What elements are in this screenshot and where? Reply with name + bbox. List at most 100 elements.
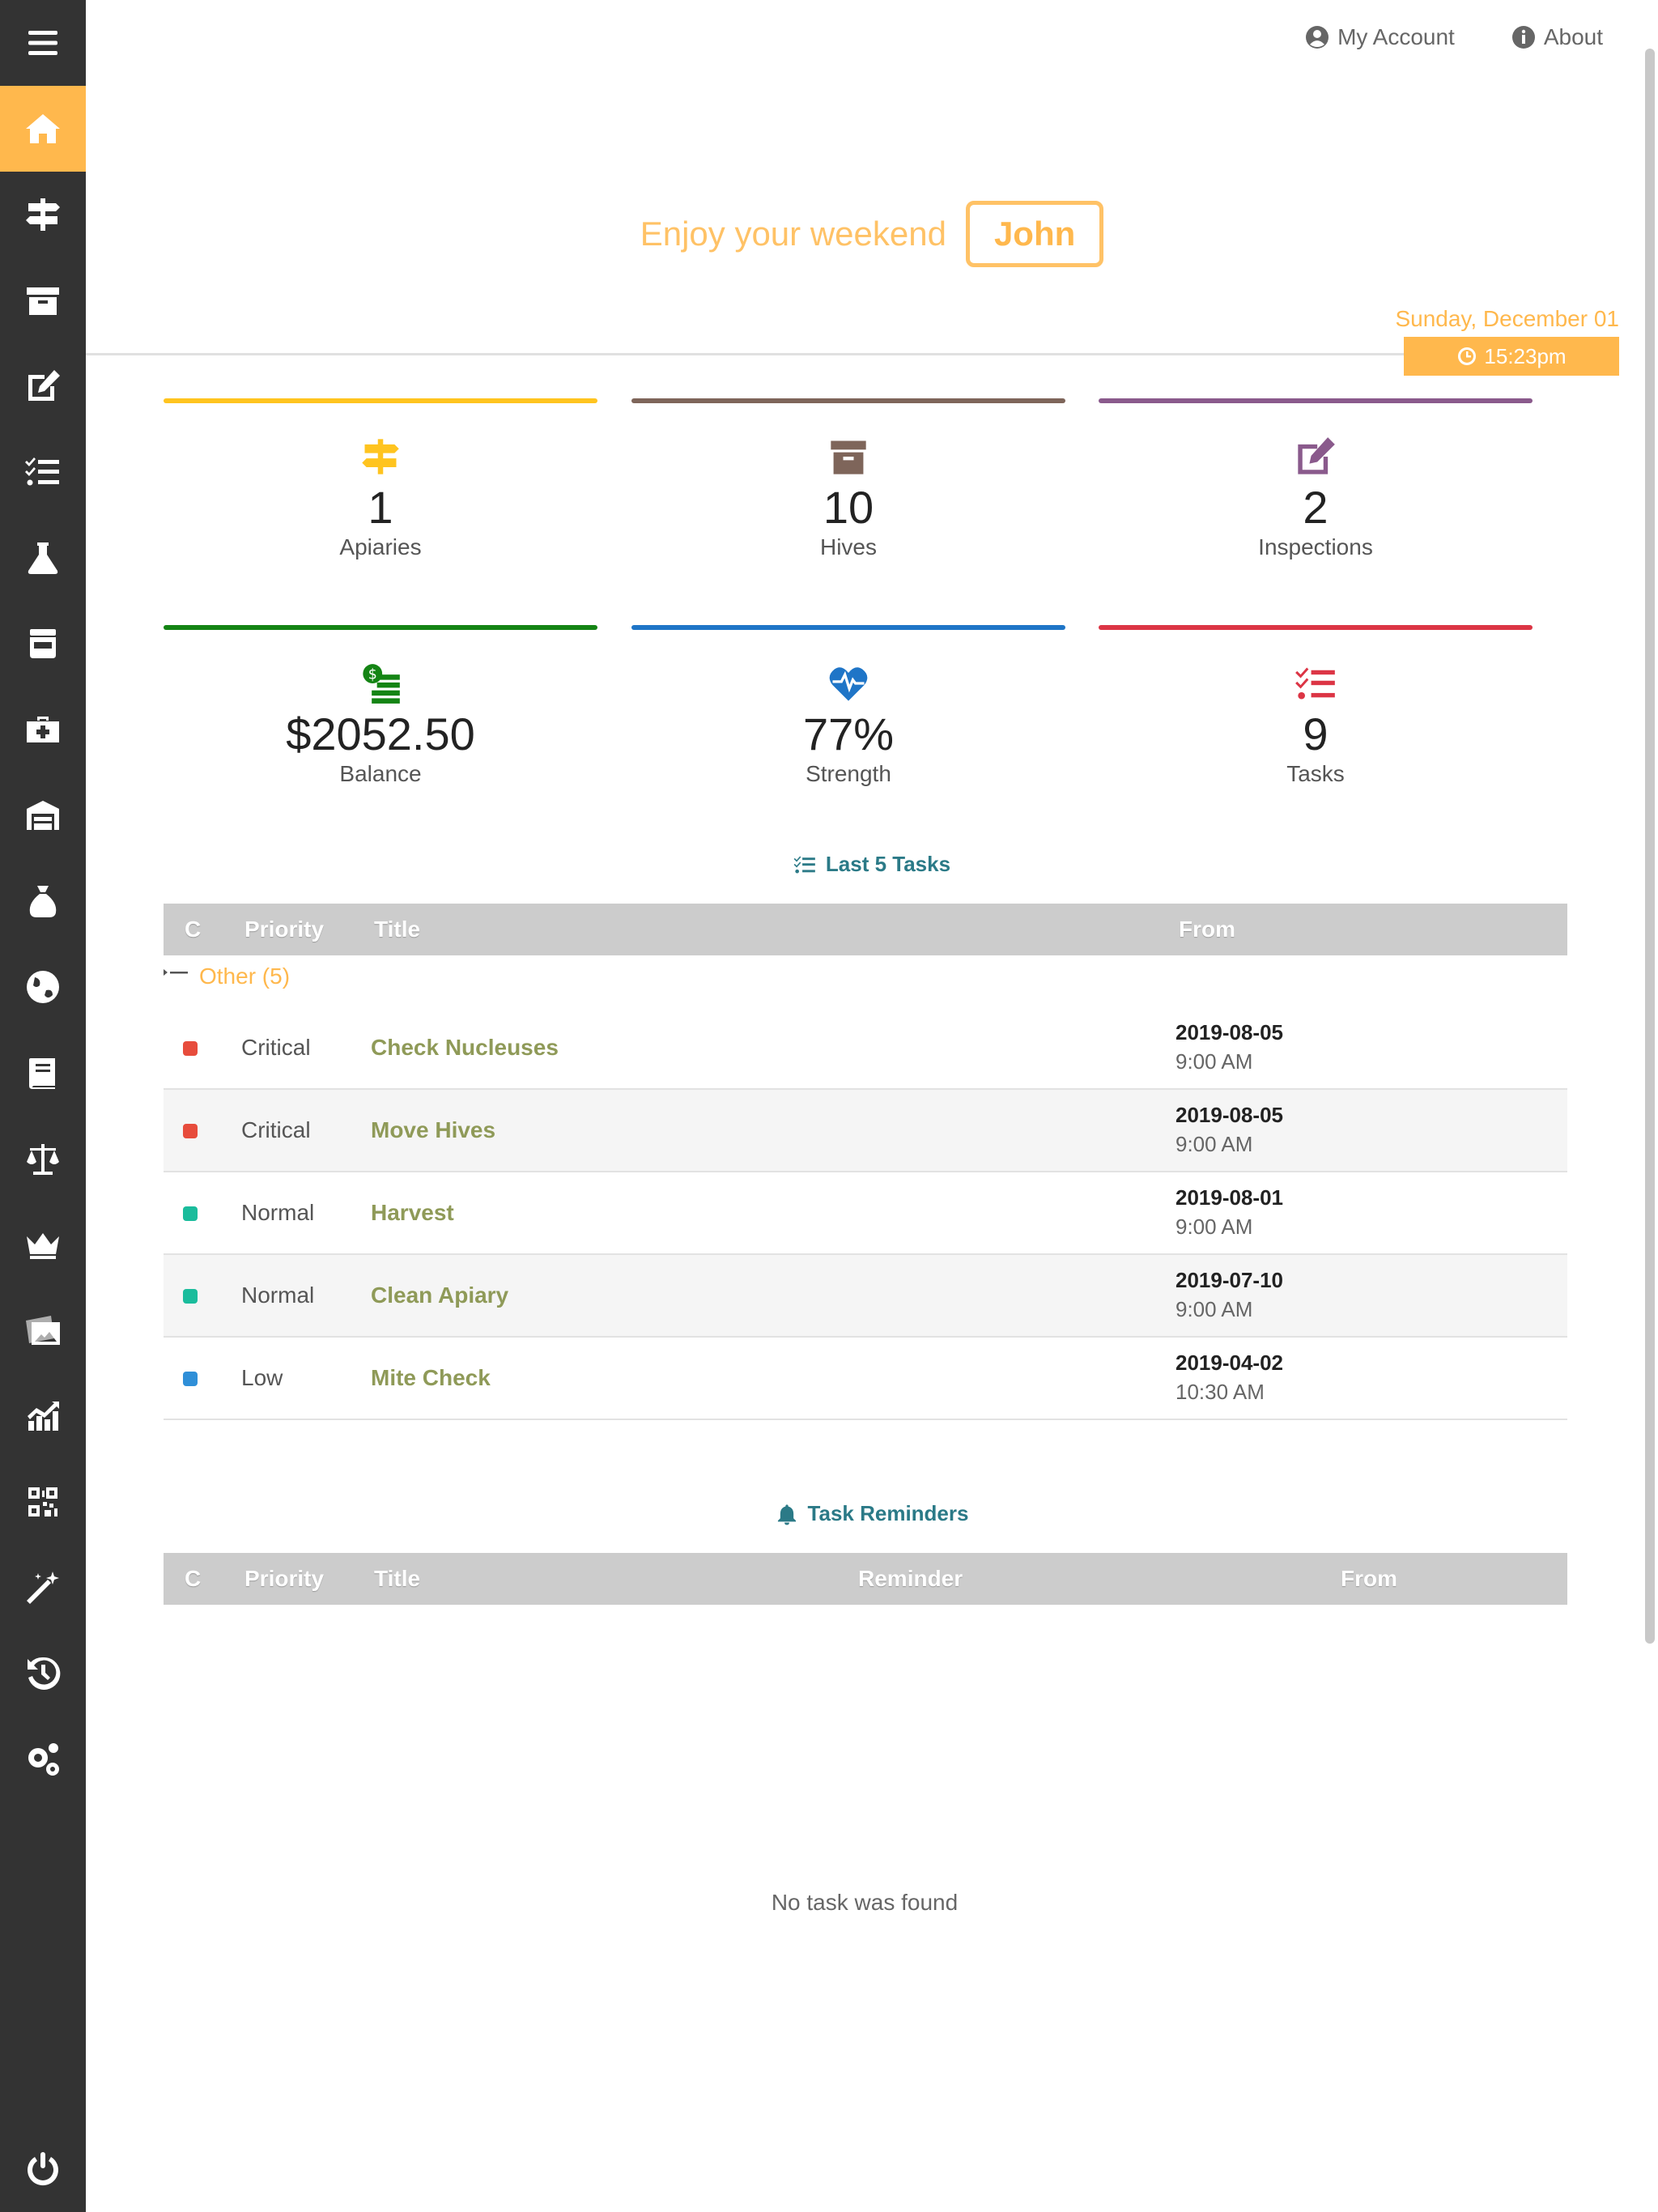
task-date: 2019-04-02 — [1175, 1351, 1283, 1375]
column-header-c[interactable]: C — [185, 1553, 201, 1605]
sidebar-item-health[interactable] — [0, 687, 86, 772]
column-header-from[interactable]: From — [1179, 904, 1235, 955]
table-row[interactable]: Normal Harvest 2019-08-01 9:00 AM — [164, 1172, 1567, 1255]
sidebar-item-queens[interactable] — [0, 1202, 86, 1287]
task-priority: Normal — [241, 1200, 315, 1225]
menu-toggle-button[interactable] — [0, 0, 86, 86]
table-row[interactable]: Critical Move Hives 2019-08-05 9:00 AM — [164, 1090, 1567, 1172]
stat-label: Hives — [819, 534, 877, 559]
about-link[interactable]: About — [1511, 24, 1603, 50]
card-accent-bar — [1099, 398, 1533, 403]
top-nav: My Account About — [1305, 24, 1603, 50]
qr-code-icon — [28, 1487, 57, 1516]
bell-icon — [777, 1504, 796, 1525]
tasks-icon — [25, 457, 59, 486]
stat-card-balance[interactable]: $ $2052.50 Balance — [164, 625, 597, 819]
sidebar-item-logout[interactable] — [0, 2126, 86, 2212]
stat-card-hives[interactable]: 10 Hives — [631, 398, 1065, 593]
my-account-link[interactable]: My Account — [1305, 24, 1455, 50]
sidebar-item-storage[interactable] — [0, 772, 86, 858]
sidebar-item-wizard[interactable] — [0, 1545, 86, 1631]
column-header-priority[interactable]: Priority — [244, 1553, 324, 1605]
stat-label: Inspections — [1258, 534, 1373, 559]
sidebar-item-settings[interactable] — [0, 1716, 86, 1802]
task-reminders-title: Task Reminders — [807, 1501, 969, 1525]
sidebar-item-gallery[interactable] — [0, 1287, 86, 1373]
task-title-link[interactable]: Move Hives — [371, 1117, 495, 1143]
task-priority: Low — [241, 1365, 283, 1390]
table-row[interactable]: Normal Clean Apiary 2019-07-10 9:00 AM — [164, 1255, 1567, 1338]
sidebar-item-weighing[interactable] — [0, 1116, 86, 1202]
my-account-label: My Account — [1337, 24, 1455, 49]
page-scrollbar[interactable] — [1645, 49, 1655, 1644]
task-date: 2019-08-05 — [1175, 1020, 1283, 1044]
sidebar-item-statistics[interactable] — [0, 1373, 86, 1459]
user-circle-icon — [1306, 26, 1329, 49]
stat-value: 10 — [823, 482, 874, 533]
history-icon — [28, 1657, 61, 1690]
task-title-link[interactable]: Harvest — [371, 1200, 454, 1226]
stat-value: $2052.50 — [286, 708, 475, 759]
priority-color-dot — [183, 1124, 198, 1138]
sidebar-item-inspections[interactable] — [0, 343, 86, 429]
money-icon: $ — [363, 664, 400, 704]
home-icon — [26, 114, 60, 143]
sidebar-item-history[interactable] — [0, 1631, 86, 1716]
sidebar-item-feeding[interactable] — [0, 601, 86, 687]
book-icon — [29, 1058, 55, 1089]
sidebar-item-hives[interactable] — [0, 257, 86, 343]
sidebar-item-journal[interactable] — [0, 1030, 86, 1116]
sidebar — [0, 0, 86, 2212]
task-group-other[interactable]: Other (5) — [164, 963, 290, 989]
sidebar-item-finance[interactable] — [0, 858, 86, 944]
task-title-link[interactable]: Clean Apiary — [371, 1283, 508, 1308]
last-tasks-heading: Last 5 Tasks — [86, 852, 1658, 877]
sidebar-item-home[interactable] — [0, 86, 86, 172]
money-bag-icon — [29, 886, 57, 917]
edit-icon — [28, 370, 60, 401]
menu-icon — [28, 31, 57, 55]
task-date: 2019-08-01 — [1175, 1185, 1283, 1210]
column-header-c[interactable]: C — [185, 904, 201, 955]
collapse-icon — [164, 969, 188, 976]
column-header-priority[interactable]: Priority — [244, 904, 324, 955]
stat-label: Balance — [339, 760, 422, 786]
stat-value: 2 — [1303, 482, 1329, 533]
stat-card-strength[interactable]: 77% Strength — [631, 625, 1065, 819]
tasks-icon — [1295, 667, 1335, 700]
priority-color-dot — [183, 1206, 198, 1221]
sidebar-item-tasks[interactable] — [0, 429, 86, 515]
column-header-from[interactable]: From — [1341, 1553, 1397, 1605]
task-priority: Critical — [241, 1117, 311, 1142]
column-header-reminder[interactable]: Reminder — [858, 1553, 963, 1605]
table-row[interactable]: Critical Check Nucleuses 2019-08-05 9:00… — [164, 1007, 1567, 1090]
images-icon — [26, 1316, 60, 1345]
table-row[interactable]: Low Mite Check 2019-04-02 10:30 AM — [164, 1338, 1567, 1420]
globe-icon — [27, 971, 59, 1003]
card-accent-bar — [631, 398, 1065, 403]
stat-card-apiaries[interactable]: 1 Apiaries — [164, 398, 597, 593]
info-circle-icon — [1511, 26, 1535, 49]
task-time: 9:00 AM — [1175, 1132, 1253, 1156]
stat-card-tasks[interactable]: 9 Tasks — [1099, 625, 1533, 819]
column-header-title[interactable]: Title — [374, 904, 420, 955]
edit-icon — [1298, 437, 1335, 474]
sidebar-item-treatments[interactable] — [0, 515, 86, 601]
user-name-badge: John — [965, 201, 1104, 267]
column-header-title[interactable]: Title — [374, 1553, 420, 1605]
task-title-link[interactable]: Mite Check — [371, 1365, 491, 1391]
stat-value: 9 — [1303, 708, 1329, 759]
card-accent-bar — [1099, 625, 1533, 630]
task-title-link[interactable]: Check Nucleuses — [371, 1035, 559, 1061]
task-priority: Normal — [241, 1283, 315, 1308]
stat-label: Strength — [806, 760, 891, 786]
task-time: 10:30 AM — [1175, 1380, 1265, 1404]
greeting: Enjoy your weekend John — [0, 201, 1658, 267]
card-accent-bar — [164, 398, 597, 403]
priority-color-dot — [183, 1289, 198, 1304]
task-group-label: Other (5) — [199, 963, 291, 989]
sidebar-item-qr-codes[interactable] — [0, 1459, 86, 1545]
stat-card-inspections[interactable]: 2 Inspections — [1099, 398, 1533, 593]
reminders-table-header: C Priority Title Reminder From — [164, 1553, 1567, 1605]
sidebar-item-map[interactable] — [0, 944, 86, 1030]
